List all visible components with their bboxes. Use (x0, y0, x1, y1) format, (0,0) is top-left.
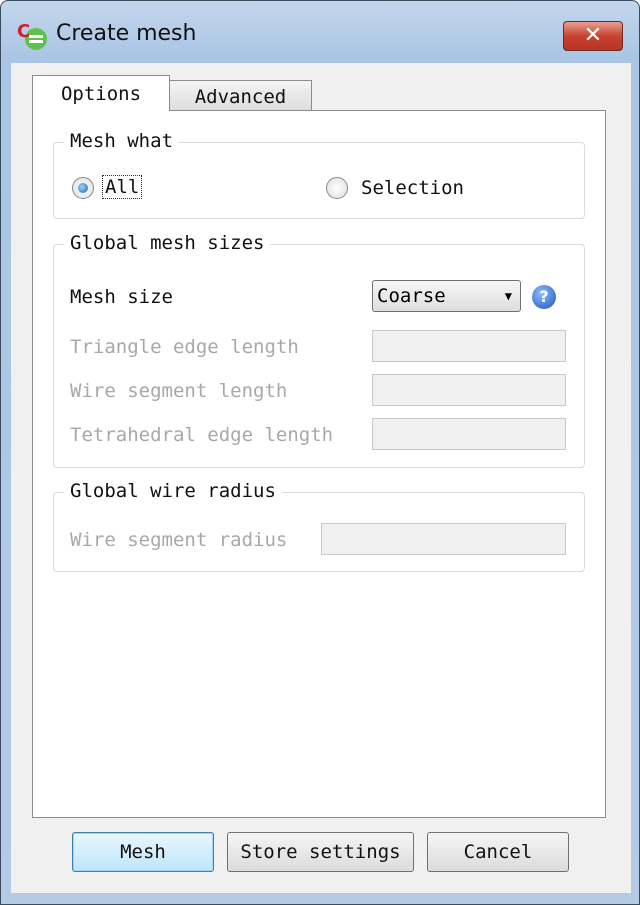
svg-text:C: C (17, 21, 30, 42)
triangle-edge-length-label: Triangle edge length (70, 336, 299, 358)
wire-segment-length-label: Wire segment length (70, 380, 288, 402)
store-settings-button[interactable]: Store settings (227, 832, 414, 872)
wire-segment-radius-input[interactable] (321, 523, 566, 555)
tetrahedral-edge-length-input[interactable] (372, 418, 566, 450)
cancel-button[interactable]: Cancel (427, 832, 569, 872)
window-title: Create mesh (56, 21, 197, 46)
mesh-size-select[interactable]: Coarse ▼ (372, 280, 521, 312)
mesh-button[interactable]: Mesh (72, 832, 214, 872)
options-panel: Mesh what All Selection Global mesh size… (32, 110, 606, 818)
radio-selection-label[interactable]: Selection (361, 177, 464, 199)
wire-segment-length-input[interactable] (372, 374, 566, 406)
close-icon: ✕ (583, 23, 603, 48)
triangle-edge-length-input[interactable] (372, 330, 566, 362)
dialog-window: C Create mesh ✕ Options Advanced Mesh wh… (0, 0, 640, 905)
mesh-what-group: Mesh what All Selection (53, 130, 585, 219)
mesh-size-value: Coarse (377, 285, 446, 307)
group-title: Global mesh sizes (64, 232, 271, 254)
app-icon: C (17, 21, 47, 50)
help-icon[interactable]: ? (532, 285, 556, 309)
radio-selection[interactable] (326, 177, 348, 199)
radio-all-label[interactable]: All (102, 175, 143, 199)
group-title: Mesh what (64, 130, 179, 152)
radio-all[interactable] (72, 177, 94, 199)
tab-options[interactable]: Options (32, 75, 170, 111)
tab-advanced[interactable]: Advanced (169, 80, 312, 111)
wire-segment-radius-label: Wire segment radius (70, 529, 288, 551)
group-title: Global wire radius (64, 480, 282, 502)
client-area: Options Advanced Mesh what All Selection… (11, 63, 631, 893)
tetrahedral-edge-length-label: Tetrahedral edge length (70, 424, 334, 446)
mesh-size-label: Mesh size (70, 286, 173, 308)
close-button[interactable]: ✕ (563, 21, 623, 51)
dropdown-arrow-icon: ▼ (504, 289, 512, 303)
